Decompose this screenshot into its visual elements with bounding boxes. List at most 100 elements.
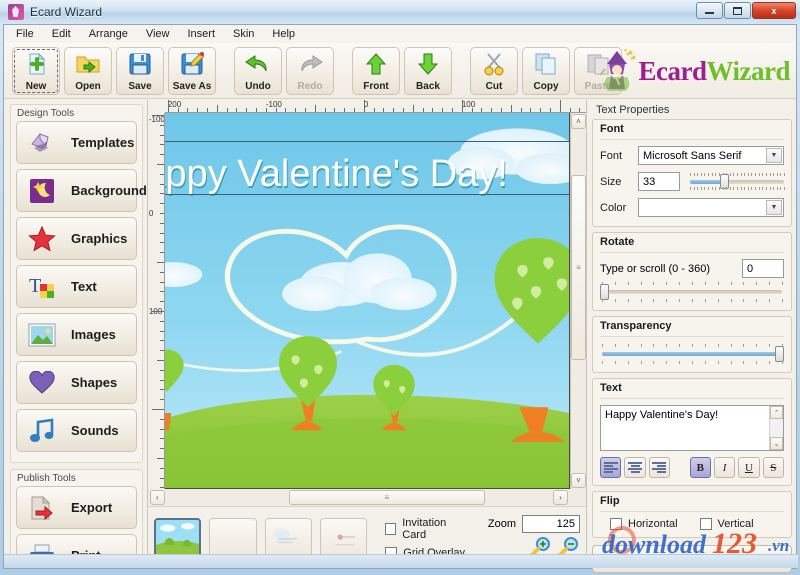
ruler-tick	[159, 173, 164, 175]
ruler-tick	[452, 108, 454, 112]
ruler-tick	[159, 399, 164, 401]
align-left-icon	[603, 461, 618, 474]
ruler-tick	[530, 108, 532, 112]
app-logo: EcardWizard	[597, 47, 791, 95]
font-select[interactable]: Microsoft Sans Serif ▼	[638, 146, 784, 165]
sidebar-label: Templates	[71, 135, 135, 150]
flip-horizontal-label: Horizontal	[628, 518, 678, 530]
sidebar-item-text[interactable]: T Text	[16, 265, 137, 308]
toolbar-button-open[interactable]: Open	[64, 46, 112, 95]
invitation-card-checkbox[interactable]: Invitation Card	[385, 517, 466, 541]
ruler-tick	[207, 108, 209, 112]
align-left-button[interactable]	[600, 457, 622, 478]
sidebar-item-graphics[interactable]: Graphics	[16, 217, 137, 260]
zoom-input[interactable]: 125	[522, 515, 580, 533]
menu-item-file[interactable]: File	[16, 28, 34, 40]
canvas-horizontal-scrollbar[interactable]: ‹ ≡ ›	[147, 489, 586, 506]
text-style-toolbar: B I U S	[600, 457, 784, 478]
strikethrough-button[interactable]: S	[762, 457, 784, 478]
ruler-tick	[520, 108, 522, 112]
horizontal-scroll-thumb[interactable]: ≡	[288, 490, 485, 505]
right-properties-panel: Text Properties Font Font Microsoft Sans…	[586, 100, 796, 573]
scroll-right-button[interactable]: ›	[553, 490, 568, 505]
toolbar-button-undo[interactable]: Undo	[234, 46, 282, 95]
toolbar-button-save[interactable]: Save	[116, 46, 164, 95]
ruler-tick	[197, 108, 199, 112]
ruler-tick	[159, 271, 164, 273]
sidebar-item-sounds[interactable]: Sounds	[16, 409, 137, 452]
close-button[interactable]: x	[752, 2, 796, 19]
font-size-slider[interactable]	[690, 172, 785, 191]
textarea-scroll-up[interactable]: ⌃	[770, 406, 783, 419]
properties-panel-title: Text Properties	[596, 104, 670, 116]
bold-button[interactable]: B	[689, 457, 711, 478]
slider-knob[interactable]	[774, 346, 784, 362]
canvas-card-text[interactable]: Happy Valentine's Day!	[165, 153, 569, 196]
scroll-down-button[interactable]: ˅	[571, 473, 586, 488]
ruler-tick	[265, 108, 267, 112]
heart-shape-icon	[27, 368, 57, 398]
sidebar-item-export[interactable]: Export	[16, 486, 137, 529]
align-center-icon	[628, 461, 643, 474]
design-canvas[interactable]: Happy Valentine's Day!	[164, 113, 570, 489]
logo-text-part2: Wizard	[706, 55, 791, 86]
toolbar-button-new[interactable]: New	[12, 46, 60, 95]
toolbar-button-back[interactable]: Back	[404, 46, 452, 95]
ruler-corner	[147, 100, 165, 113]
rotate-slider[interactable]	[600, 281, 784, 303]
scroll-up-button[interactable]: ˄	[571, 114, 586, 129]
vertical-scroll-thumb[interactable]: ≡	[571, 175, 586, 360]
text-content-textarea[interactable]: Happy Valentine's Day! ⌃ ⌄	[600, 405, 784, 451]
page-thumbnail-1[interactable]	[153, 517, 202, 558]
toolbar-button-redo[interactable]: Redo	[286, 46, 334, 95]
ruler-tick	[412, 105, 414, 112]
align-center-button[interactable]	[624, 457, 646, 478]
menu-item-help[interactable]: Help	[272, 28, 295, 40]
maximize-button[interactable]	[724, 2, 751, 19]
italic-button[interactable]: I	[713, 457, 736, 478]
image-photo-icon	[27, 320, 57, 350]
canvas-vertical-scrollbar[interactable]: ˄ ≡ ˅	[570, 113, 586, 489]
sidebar-item-templates[interactable]: Templates	[16, 121, 137, 164]
toolbar-button-cut[interactable]: Cut	[470, 46, 518, 95]
status-bar	[4, 554, 798, 568]
minimize-icon	[705, 12, 714, 14]
page-thumbnail-3[interactable]	[264, 517, 312, 558]
toolbar-button-front[interactable]: Front	[352, 46, 400, 95]
transparency-slider[interactable]	[600, 343, 784, 365]
rotate-input[interactable]: 0	[742, 259, 784, 278]
sidebar-item-shapes[interactable]: Shapes	[16, 361, 137, 404]
window-controls: x	[696, 2, 796, 19]
sidebar-item-backgrounds[interactable]: Backgrounds	[16, 169, 147, 212]
transparency-group: Transparency	[592, 316, 792, 373]
align-right-button[interactable]	[648, 457, 671, 478]
page-thumbnail-4[interactable]	[319, 517, 368, 558]
toolbar-button-copy[interactable]: Copy	[522, 46, 570, 95]
textarea-scrollbar[interactable]: ⌃ ⌄	[769, 406, 783, 450]
ruler-tick	[256, 108, 258, 112]
scroll-left-button[interactable]: ‹	[149, 490, 165, 505]
chevron-down-icon[interactable]: ▼	[766, 200, 782, 215]
menu-item-edit[interactable]: Edit	[52, 28, 71, 40]
page-thumbnail-2[interactable]	[209, 517, 257, 558]
textarea-scroll-down[interactable]: ⌄	[770, 437, 783, 450]
menu-item-view[interactable]: View	[146, 28, 170, 40]
minimize-button[interactable]	[696, 2, 723, 19]
chevron-down-icon[interactable]: ▼	[766, 148, 782, 163]
sidebar-item-images[interactable]: Images	[16, 313, 137, 356]
toolbar-button-save-as[interactable]: Save As	[168, 46, 216, 95]
flip-vertical-checkbox[interactable]: Vertical	[699, 518, 754, 530]
menu-item-arrange[interactable]: Arrange	[89, 28, 128, 40]
slider-knob[interactable]	[600, 284, 609, 300]
ruler-tick	[151, 115, 164, 116]
menu-item-insert[interactable]: Insert	[188, 28, 216, 40]
underline-button[interactable]: U	[738, 457, 760, 478]
font-size-input[interactable]: 33	[638, 172, 680, 191]
color-select[interactable]: ▼	[638, 198, 784, 217]
text-tool-icon: T	[27, 272, 57, 302]
flip-horizontal-checkbox[interactable]: Horizontal	[610, 518, 678, 530]
ruler-tick	[373, 108, 375, 112]
menu-item-skin[interactable]: Skin	[233, 28, 254, 40]
ruler-tick	[159, 154, 164, 156]
scissors-icon	[471, 48, 517, 81]
